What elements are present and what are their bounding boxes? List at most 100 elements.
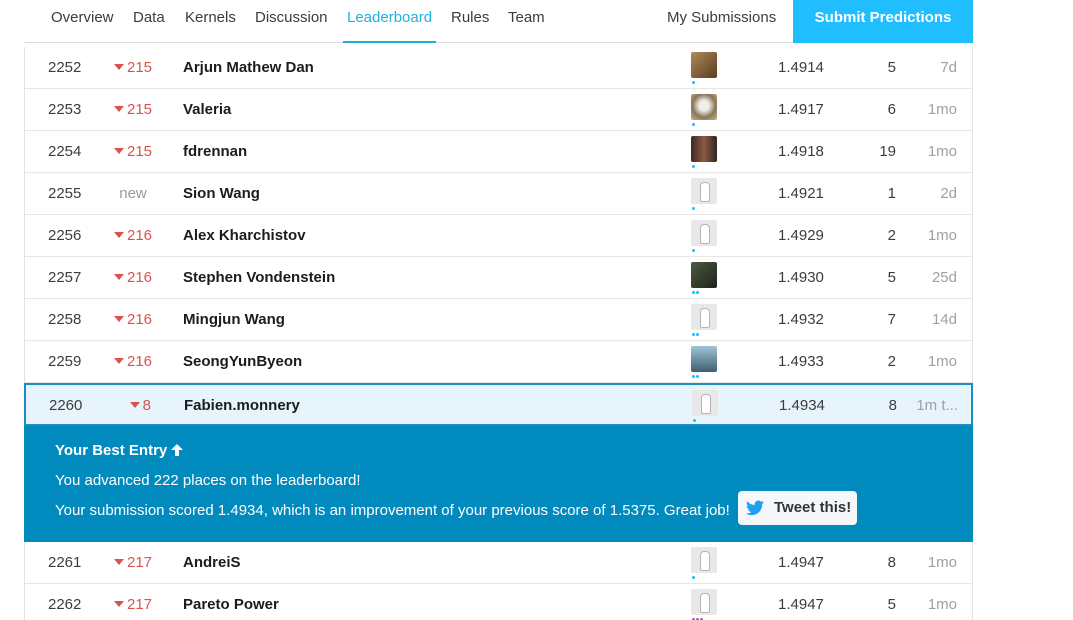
team-name[interactable]: Valeria [183,89,231,130]
score: 1.4934 [779,397,825,414]
tab-discussion[interactable]: Discussion [255,0,328,43]
score: 1.4921 [778,185,824,202]
avatar[interactable] [691,52,717,78]
default-avatar[interactable] [691,304,717,330]
team-name[interactable]: SeongYunByeon [183,341,302,382]
avatar[interactable] [691,94,717,120]
team-name[interactable]: AndreiS [183,542,241,583]
rank-change: 217 [114,542,152,583]
default-avatar[interactable] [692,390,718,416]
default-avatar[interactable] [691,220,717,246]
tab-leaderboard[interactable]: Leaderboard [343,0,437,43]
score: 1.4932 [778,311,824,328]
rank-change: 216 [114,341,152,382]
arrow-up-icon [171,444,184,456]
score: 1.4947 [778,554,824,571]
default-avatar[interactable] [691,178,717,204]
last-submission: 14d [931,311,957,328]
leaderboard-row[interactable]: 2259 216 SeongYunByeon 1.4933 2 1mo [25,341,972,383]
team-name[interactable]: Sion Wang [183,173,260,214]
team-name[interactable]: Arjun Mathew Dan [183,47,314,88]
score: 1.4917 [778,101,824,118]
leaderboard-row[interactable]: 2254 215 fdrennan 1.4918 19 1mo [25,131,972,173]
tweet-button[interactable]: Tweet this! [738,491,857,525]
leaderboard-row[interactable]: 2257 216 Stephen Vondenstein 1.4930 5 25… [25,257,972,299]
rank: 2261 [48,554,82,571]
leaderboard-row[interactable]: 2262 217 Pareto Power 1.4947 5 1mo [25,584,972,620]
last-submission: 1mo [927,554,957,571]
rank: 2256 [48,227,82,244]
submit-predictions-button[interactable]: Submit Predictions [793,0,973,43]
leaderboard-row[interactable]: 2255 new Sion Wang 1.4921 1 2d [25,173,972,215]
arrow-down-icon [114,106,124,113]
tab-team[interactable]: Team [508,0,545,43]
team-name[interactable]: Mingjun Wang [183,299,285,340]
entries-count: 2 [887,227,896,244]
tier-dots [692,249,696,253]
rank: 2255 [48,185,82,202]
tab-data[interactable]: Data [133,0,165,43]
my-submissions-link[interactable]: My Submissions [667,0,776,43]
tier-dots [692,165,696,169]
rank: 2262 [48,596,82,613]
arrow-down-icon [114,274,124,281]
rank-change: 216 [114,257,152,298]
banner-score-text: Your submission scored 1.4934, which is … [55,502,730,519]
arrow-down-icon [114,232,124,239]
entries-count: 1 [887,185,896,202]
rank: 2258 [48,311,82,328]
tab-rules[interactable]: Rules [451,0,489,43]
team-name[interactable]: Stephen Vondenstein [183,257,335,298]
rank-change: 8 [115,385,151,426]
arrow-down-icon [129,402,140,409]
last-submission: 1mo [927,353,957,370]
twitter-bird-icon [746,500,764,516]
score: 1.4918 [778,143,824,160]
tab-overview[interactable]: Overview [51,0,114,43]
tier-dots [692,81,696,85]
last-submission: 25d [931,269,957,286]
tab-kernels[interactable]: Kernels [185,0,236,43]
team-name[interactable]: Fabien.monnery [184,385,300,426]
arrow-down-icon [114,601,124,608]
entries-count: 5 [887,596,896,613]
leaderboard-table: 2252 215 Arjun Mathew Dan 1.4914 5 7d 22… [24,47,973,620]
my-leaderboard-row[interactable]: 2260 8 Fabien.monnery 1.4934 8 1m t... [24,383,973,426]
arrow-down-icon [114,64,124,71]
arrow-down-icon [114,316,124,323]
last-submission: 1mo [927,596,957,613]
tweet-label: Tweet this! [774,499,852,516]
leaderboard-row[interactable]: 2258 216 Mingjun Wang 1.4932 7 14d [25,299,972,341]
avatar[interactable] [691,346,717,372]
score: 1.4929 [778,227,824,244]
arrow-down-icon [114,148,124,155]
leaderboard-row[interactable]: 2253 215 Valeria 1.4917 6 1mo [25,89,972,131]
score: 1.4930 [778,269,824,286]
entries-count: 19 [879,143,896,160]
rank: 2260 [49,397,83,414]
default-avatar[interactable] [691,589,717,615]
leaderboard-row[interactable]: 2261 217 AndreiS 1.4947 8 1mo [25,542,972,584]
entries-count: 5 [887,269,896,286]
team-name[interactable]: fdrennan [183,131,247,172]
team-name[interactable]: Pareto Power [183,584,279,620]
tier-dots [692,291,700,295]
last-submission: 1mo [927,143,957,160]
rank-change: 215 [114,89,152,130]
rank-change: 215 [114,131,152,172]
team-name[interactable]: Alex Kharchistov [183,215,306,256]
tier-dots [692,333,700,337]
score: 1.4914 [778,59,824,76]
entries-count: 6 [887,101,896,118]
tier-dots [692,576,696,580]
avatar[interactable] [691,262,717,288]
banner-advance-text: You advanced 222 places on the leaderboa… [55,472,361,489]
last-submission: 7d [940,59,957,76]
avatar[interactable] [691,136,717,162]
tier-dots [692,375,700,379]
entries-count: 7 [887,311,896,328]
leaderboard-row[interactable]: 2256 216 Alex Kharchistov 1.4929 2 1mo [25,215,972,257]
default-avatar[interactable] [691,547,717,573]
leaderboard-row[interactable]: 2252 215 Arjun Mathew Dan 1.4914 5 7d [25,47,972,89]
rank-change: 215 [114,47,152,88]
